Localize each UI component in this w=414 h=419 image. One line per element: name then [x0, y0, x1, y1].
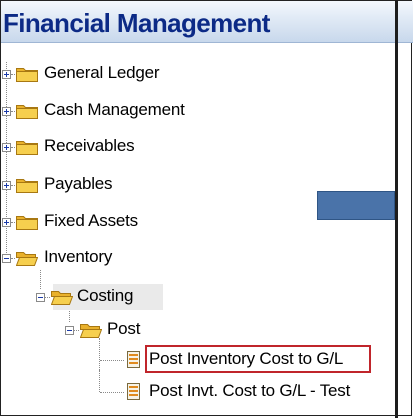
- folder-open-icon: [51, 291, 73, 305]
- folder-icon: [16, 68, 38, 82]
- tree-item-label: Post Invt. Cost to G/L - Test: [149, 381, 351, 400]
- report-icon: [127, 383, 140, 400]
- expand-icon[interactable]: [2, 70, 11, 79]
- tree-item-label: Cash Management: [44, 100, 185, 119]
- collapse-icon[interactable]: [36, 293, 45, 302]
- tree-item-label: Payables: [44, 174, 113, 193]
- collapse-icon[interactable]: [65, 326, 74, 335]
- folder-icon: [16, 141, 38, 155]
- menu-tree: General Ledger Cash Management Receivabl…: [1, 42, 396, 419]
- tree-item-post-inventory-cost[interactable]: Post Inventory Cost to G/L: [91, 345, 396, 373]
- tree-item-label: Costing: [77, 286, 134, 305]
- tree-item-inventory[interactable]: Inventory: [1, 246, 396, 270]
- tree-item-post[interactable]: Post: [61, 318, 396, 342]
- page-title: Financial Management: [3, 8, 270, 38]
- folder-open-icon: [16, 252, 38, 266]
- navigation-pane: Financial Management General Ledger Cash…: [0, 0, 413, 419]
- expand-icon[interactable]: [2, 107, 11, 116]
- tree-item-cash-management[interactable]: Cash Management: [1, 99, 396, 123]
- tree-item-label: General Ledger: [44, 63, 160, 82]
- expand-icon[interactable]: [2, 181, 11, 190]
- expand-icon[interactable]: [2, 218, 11, 227]
- folder-open-icon: [80, 324, 102, 338]
- tree-item-general-ledger[interactable]: General Ledger: [1, 62, 396, 86]
- tree-item-label: Post: [107, 319, 141, 338]
- tree-item-label: Receivables: [44, 136, 135, 155]
- folder-icon: [16, 105, 38, 119]
- tree-item-costing[interactable]: Costing: [31, 284, 396, 310]
- pane-header: Financial Management: [1, 1, 413, 43]
- blue-marker: [317, 191, 395, 220]
- tree-item-label: Fixed Assets: [44, 211, 138, 230]
- tree-item-label: Post Inventory Cost to G/L: [149, 349, 344, 368]
- folder-icon: [16, 216, 38, 230]
- folder-icon: [16, 179, 38, 193]
- report-icon: [127, 351, 140, 368]
- pane-splitter[interactable]: [395, 0, 398, 418]
- expand-icon[interactable]: [2, 143, 11, 152]
- collapse-icon[interactable]: [2, 254, 11, 263]
- tree-item-post-invt-cost-test[interactable]: Post Invt. Cost to G/L - Test: [91, 370, 396, 404]
- tree-item-receivables[interactable]: Receivables: [1, 135, 396, 159]
- tree-item-label: Inventory: [44, 247, 113, 266]
